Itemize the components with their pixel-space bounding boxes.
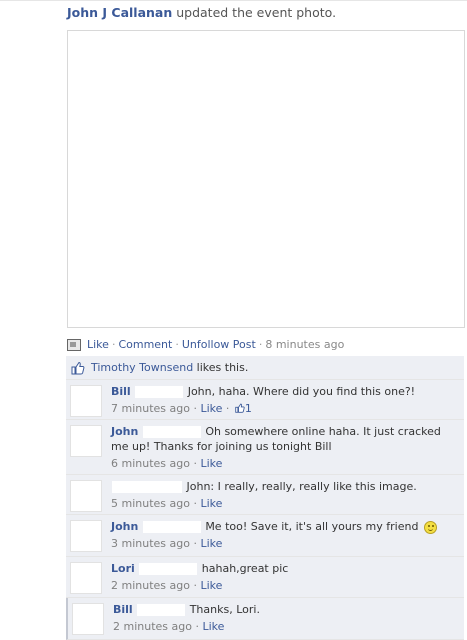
commenter-name[interactable]: Lori: [111, 562, 135, 575]
comment-text: John, haha. Where did you find this one?…: [187, 385, 416, 398]
story-header: John J Callanan updated the event photo.: [67, 5, 336, 20]
event-photo-icon: [67, 338, 81, 351]
separator: ·: [193, 537, 197, 550]
comment-like-link[interactable]: Like: [202, 620, 224, 633]
likes-summary: Timothy Townsend likes this.: [66, 356, 464, 380]
story-action-text: updated the event photo.: [172, 5, 337, 20]
commenter-name[interactable]: Bill: [113, 603, 133, 616]
top-divider: [0, 0, 467, 1]
post-timestamp[interactable]: 8 minutes ago: [265, 338, 344, 351]
comment-text: Thanks, Lori.: [189, 603, 260, 616]
avatar[interactable]: [72, 603, 104, 635]
thumbs-up-icon: [235, 403, 245, 413]
comment-time[interactable]: 6 minutes ago: [111, 457, 190, 470]
redacted-name: [142, 521, 201, 533]
comment-item: John Me too! Save it, it's all yours my …: [66, 515, 464, 557]
separator: ·: [193, 402, 197, 415]
smiley-icon: [423, 520, 437, 534]
redacted-name: [139, 563, 198, 575]
redacted-name: [112, 481, 182, 493]
comment-text: hahah,great pic: [201, 562, 289, 575]
comment-item: Lori hahah,great pic 2 minutes ago · Lik…: [66, 557, 464, 598]
separator: ·: [193, 579, 197, 592]
comment-like-link[interactable]: Like: [200, 457, 222, 470]
commenter-name[interactable]: John: [111, 520, 138, 533]
separator: ·: [225, 402, 230, 415]
comment-like-count[interactable]: 1: [245, 402, 252, 415]
comment-like-link[interactable]: Like: [200, 579, 222, 592]
commenter-name[interactable]: Bill: [111, 385, 131, 398]
comment-time[interactable]: 3 minutes ago: [111, 537, 190, 550]
redacted-name: [137, 604, 186, 616]
separator: ·: [193, 457, 197, 470]
comment-item: Bill Thanks, Lori. 2 minutes ago · Like: [66, 598, 464, 640]
thumbs-up-icon: [71, 361, 85, 374]
comment-like-link[interactable]: Like: [200, 497, 222, 510]
likes-suffix: likes this.: [193, 361, 249, 374]
comment-time[interactable]: 2 minutes ago: [111, 579, 190, 592]
comment-link[interactable]: Comment: [118, 338, 172, 351]
separator: ·: [193, 497, 197, 510]
separator: ·: [111, 338, 116, 351]
comment-text: Me too! Save it, it's all yours my frien…: [205, 520, 419, 533]
comment-like-link[interactable]: Like: [200, 402, 222, 415]
avatar[interactable]: [70, 520, 102, 552]
liker-name[interactable]: Timothy Townsend: [91, 361, 193, 374]
post-actions-bar: Like · Comment · Unfollow Post · 8 minut…: [67, 338, 344, 351]
comments-section: Timothy Townsend likes this. Bill John, …: [66, 356, 464, 640]
separator: ·: [195, 620, 199, 633]
comment-item: John: I really, really, really like this…: [66, 475, 464, 515]
unfollow-post-link[interactable]: Unfollow Post: [182, 338, 256, 351]
comment-item: John Oh somewhere online haha. It just c…: [66, 420, 464, 475]
comment-text: John: I really, really, really like this…: [186, 480, 417, 493]
avatar[interactable]: [70, 425, 102, 457]
avatar[interactable]: [70, 562, 102, 594]
comment-like-link[interactable]: Like: [200, 537, 222, 550]
redacted-name: [135, 386, 184, 398]
separator: ·: [258, 338, 263, 351]
comment-time[interactable]: 5 minutes ago: [111, 497, 190, 510]
avatar[interactable]: [70, 385, 102, 417]
comment-time[interactable]: 2 minutes ago: [113, 620, 192, 633]
avatar[interactable]: [70, 480, 102, 512]
like-link[interactable]: Like: [87, 338, 109, 351]
comment-item: Bill John, haha. Where did you find this…: [66, 380, 464, 420]
commenter-name[interactable]: John: [111, 425, 138, 438]
comment-time[interactable]: 7 minutes ago: [111, 402, 190, 415]
event-photo[interactable]: [67, 30, 465, 328]
author-link[interactable]: John J Callanan: [67, 5, 172, 20]
separator: ·: [175, 338, 179, 351]
redacted-name: [142, 426, 201, 438]
